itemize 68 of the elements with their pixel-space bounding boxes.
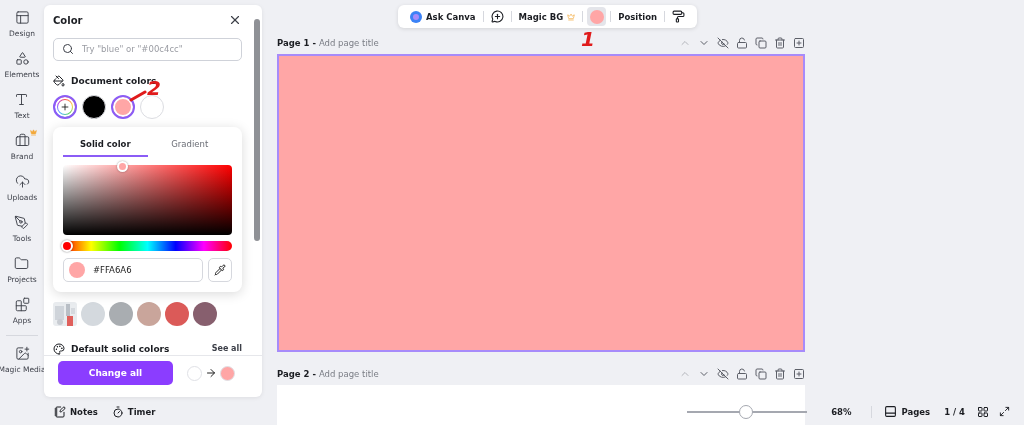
hex-value[interactable]: #FFA6A6 xyxy=(91,264,171,276)
color-field[interactable] xyxy=(63,165,232,235)
timer-icon xyxy=(111,405,124,418)
search-icon xyxy=(62,43,74,56)
pages-icon xyxy=(884,405,898,418)
see-all-link[interactable]: See all xyxy=(211,344,242,354)
fullscreen-icon[interactable] xyxy=(999,406,1010,417)
page-title-field[interactable]: Add page title xyxy=(318,38,409,48)
eyedropper-icon xyxy=(214,264,226,276)
palette-icon xyxy=(53,342,65,355)
eyedropper-button[interactable] xyxy=(208,258,232,282)
grid-icon[interactable] xyxy=(977,405,989,418)
lock-icon[interactable] xyxy=(736,37,748,49)
page-label: Page 1 - xyxy=(277,38,316,48)
plus-icon xyxy=(60,101,70,112)
eye-off-icon[interactable] xyxy=(717,368,729,380)
copy-icon[interactable] xyxy=(755,37,767,49)
paint-bucket-icon xyxy=(53,74,65,87)
text-icon xyxy=(14,92,30,107)
trash-icon[interactable] xyxy=(774,368,786,380)
zoom-reading: 68% xyxy=(831,406,852,417)
logo-icon xyxy=(410,10,422,23)
tab[interactable]: Solid color xyxy=(63,133,148,157)
paint-roller-icon xyxy=(672,10,686,23)
annotation-stroke xyxy=(129,90,147,102)
color-swatch[interactable] xyxy=(109,301,133,326)
add-page-icon[interactable] xyxy=(793,368,805,380)
briefcase-icon xyxy=(14,133,30,148)
apps-icon xyxy=(14,297,30,312)
hue-slider[interactable] xyxy=(63,241,232,251)
page-title-field[interactable]: Add page title xyxy=(318,369,409,379)
comment-plus-icon xyxy=(490,10,504,23)
notes-icon xyxy=(54,405,66,418)
eye-off-icon[interactable] xyxy=(717,37,729,49)
layout-icon xyxy=(14,10,30,25)
lock-icon[interactable] xyxy=(736,368,748,380)
pen-icon xyxy=(14,215,30,230)
page-count[interactable]: 1 / 4 xyxy=(942,406,967,417)
folder-icon xyxy=(14,256,30,271)
search-input[interactable]: Try "blue" or "#00c4cc" xyxy=(80,43,233,56)
color-swatch[interactable] xyxy=(165,301,189,326)
add-page-icon[interactable] xyxy=(793,37,805,49)
copy-icon[interactable] xyxy=(755,368,767,380)
change-all-button[interactable]: Change all xyxy=(58,361,173,386)
panel-title: Color xyxy=(53,14,83,26)
trash-icon[interactable] xyxy=(774,37,786,49)
picker-handle[interactable] xyxy=(117,161,128,172)
timer-button[interactable]: Timer xyxy=(109,405,158,418)
color-swatch[interactable] xyxy=(193,301,217,326)
color-swatch[interactable] xyxy=(81,301,105,326)
shapes-icon xyxy=(14,51,30,66)
pages-button[interactable]: Pages xyxy=(882,405,933,418)
color-swatch[interactable] xyxy=(137,301,161,326)
add-color-button[interactable] xyxy=(53,94,77,119)
tab[interactable]: Gradient xyxy=(147,133,232,157)
position-button[interactable]: Position xyxy=(611,5,665,28)
magic-bg-button[interactable]: Magic BG xyxy=(511,5,583,28)
color-swatch[interactable] xyxy=(111,94,135,119)
notes-button[interactable]: Notes xyxy=(52,405,100,418)
section-title: Default solid colors xyxy=(71,343,170,354)
image-plus-icon xyxy=(14,346,30,361)
arrow-icon xyxy=(205,367,217,380)
search-field[interactable]: Try "blue" or "#00c4cc" xyxy=(53,37,242,61)
page-label: Page 2 - xyxy=(277,369,316,379)
ask-canva-button[interactable]: Ask Canva xyxy=(403,5,483,28)
annotation-number: 1 xyxy=(581,29,595,49)
hex-input-field[interactable]: #FFA6A6 xyxy=(63,258,203,282)
cloud-upload-icon xyxy=(14,174,30,189)
